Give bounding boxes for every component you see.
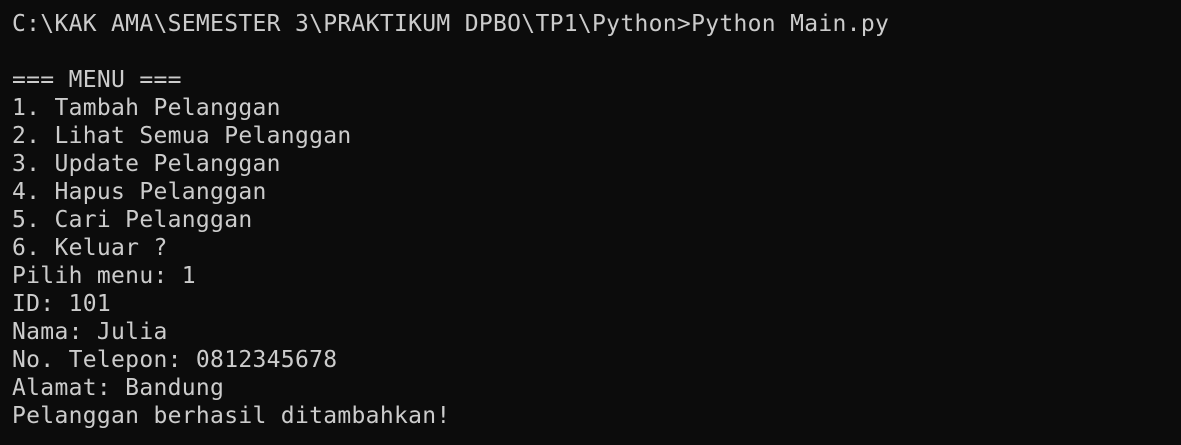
result-message: Pelanggan berhasil ditambahkan! — [12, 403, 451, 429]
input-id: ID: 101 — [12, 291, 112, 317]
input-pilih-menu: Pilih menu: 1 — [12, 263, 196, 289]
menu-item-hapus: 4. Hapus Pelanggan — [12, 179, 267, 205]
input-alamat: Alamat: Bandung — [12, 375, 225, 401]
menu-item-cari: 5. Cari Pelanggan — [12, 207, 253, 233]
command-prompt-line: C:\KAK AMA\SEMESTER 3\PRAKTIKUM DPBO\TP1… — [12, 11, 890, 37]
menu-item-lihat: 2. Lihat Semua Pelanggan — [12, 123, 352, 149]
menu-title: === MENU === — [12, 67, 182, 93]
input-nama: Nama: Julia — [12, 319, 168, 345]
menu-item-tambah: 1. Tambah Pelanggan — [12, 95, 281, 121]
menu-item-update: 3. Update Pelanggan — [12, 151, 281, 177]
menu-item-keluar: 6. Keluar ? — [12, 235, 168, 261]
terminal-window[interactable]: C:\KAK AMA\SEMESTER 3\PRAKTIKUM DPBO\TP1… — [0, 0, 1181, 445]
input-telepon: No. Telepon: 0812345678 — [12, 347, 338, 373]
